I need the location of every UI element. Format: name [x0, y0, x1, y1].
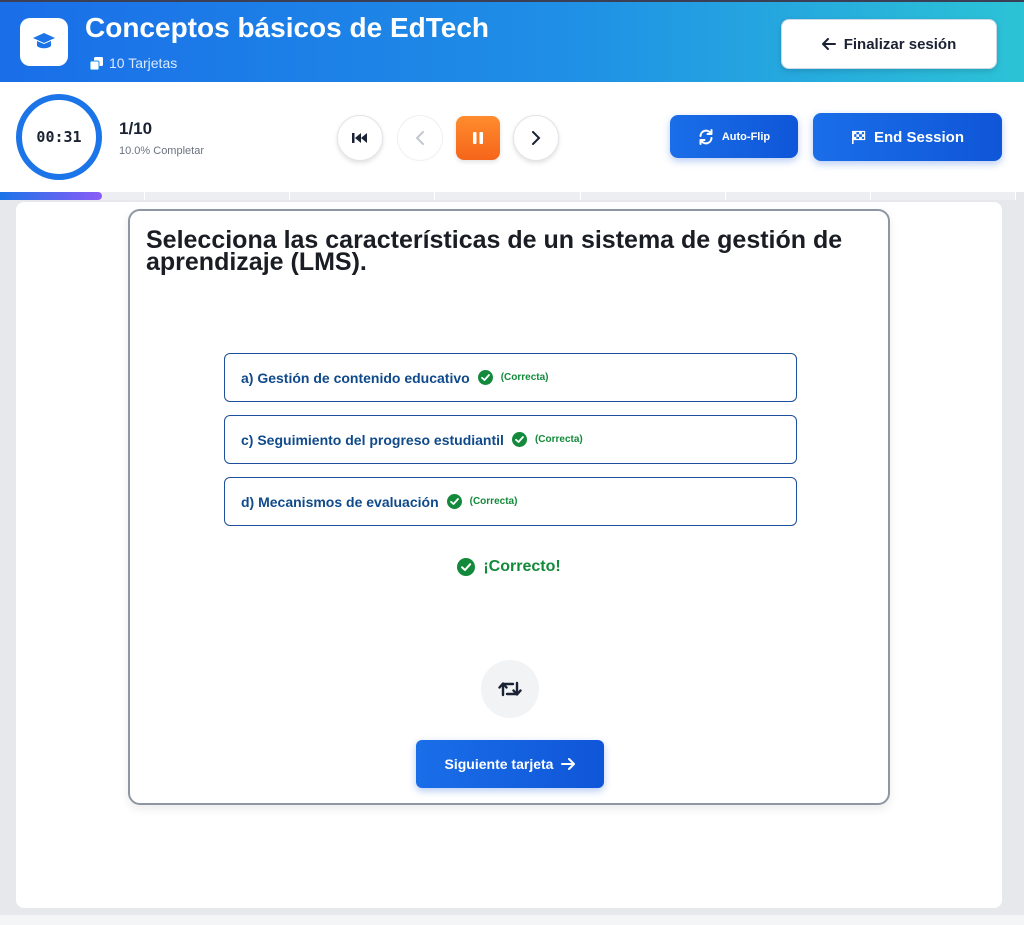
bottom-strip [0, 915, 1024, 925]
answer-option-c[interactable]: c) Seguimiento del progreso estudiantil … [224, 415, 797, 464]
end-session-label: End Session [873, 128, 965, 146]
progress-segment [871, 192, 1016, 200]
graduation-cap-icon [32, 32, 56, 52]
previous-card-button[interactable] [397, 115, 443, 161]
pause-icon [473, 132, 483, 144]
progress-segment [726, 192, 871, 200]
logo [20, 18, 68, 66]
answer-feedback: ¡Correcto! [130, 558, 888, 576]
option-status: (Correcta) [469, 496, 518, 507]
check-circle-icon [511, 432, 527, 447]
flip-card-button[interactable] [481, 660, 539, 718]
progress-segment [145, 192, 291, 200]
pause-button[interactable] [456, 116, 500, 160]
option-status: (Correcta) [500, 372, 549, 383]
option-label: a) Gestión de contenido educativo [241, 369, 470, 386]
card-count: 10 Tarjetas [90, 55, 177, 71]
timer: 00:31 [16, 94, 102, 180]
auto-flip-button[interactable]: Auto-Flip [670, 115, 798, 158]
option-status: (Correcta) [534, 434, 583, 445]
finish-session-button[interactable]: Finalizar sesión [781, 19, 997, 69]
option-label: d) Mecanismos de evaluación [241, 493, 439, 510]
flashcard: Selecciona las características de un sis… [128, 209, 890, 805]
progress-segment [435, 192, 581, 200]
finish-session-label: Finalizar sesión [843, 35, 957, 53]
sync-icon [698, 128, 714, 145]
option-label: c) Seguimiento del progreso estudiantil [241, 431, 504, 448]
check-circle-icon [477, 370, 493, 385]
arrow-right-icon [561, 758, 576, 770]
app-header: Conceptos básicos de EdTech 10 Tarjetas … [0, 0, 1024, 82]
card-count-label: 10 Tarjetas [109, 55, 178, 71]
next-card-nav-button[interactable] [513, 115, 559, 161]
chevron-left-icon [415, 131, 425, 145]
progress-fill [0, 192, 102, 200]
progress-bar [0, 192, 1016, 200]
arrow-left-icon [821, 38, 836, 50]
checkered-flag-icon [851, 130, 866, 145]
feedback-text: ¡Correcto! [483, 558, 561, 575]
first-card-button[interactable] [337, 115, 383, 161]
progress-segment [290, 192, 436, 200]
skip-back-icon [352, 132, 368, 144]
completion-percent: 10.0% Completar [119, 145, 204, 157]
check-circle-icon [457, 558, 476, 576]
auto-flip-label: Auto-Flip [721, 130, 771, 143]
question-text: Selecciona las características de un sis… [146, 226, 843, 276]
session-toolbar: 00:31 1/10 10.0% Completar Auto-Flip End… [0, 82, 1024, 192]
progress-segment [581, 192, 726, 200]
check-circle-icon [446, 494, 462, 509]
next-card-button[interactable]: Siguiente tarjeta [416, 740, 604, 788]
cards-icon [90, 56, 103, 70]
card-position: 1/10 [119, 119, 153, 138]
retweet-icon [498, 680, 522, 698]
end-session-button[interactable]: End Session [813, 113, 1002, 161]
next-card-label: Siguiente tarjeta [444, 756, 554, 772]
answer-option-d[interactable]: d) Mecanismos de evaluación (Correcta) [224, 477, 797, 526]
answer-option-a[interactable]: a) Gestión de contenido educativo (Corre… [224, 353, 797, 402]
deck-title: Conceptos básicos de EdTech [85, 12, 490, 43]
chevron-right-icon [531, 131, 541, 145]
